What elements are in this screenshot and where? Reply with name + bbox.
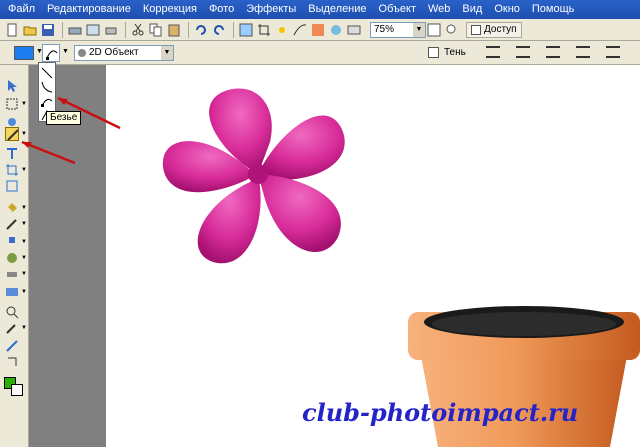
clone-tool-icon[interactable]: [5, 235, 19, 249]
chevron-down-icon[interactable]: ▼: [21, 167, 27, 173]
background-color-swatch[interactable]: [11, 384, 23, 396]
path-edit-tool-icon[interactable]: [5, 355, 19, 369]
zoom-out-icon[interactable]: [444, 22, 460, 38]
chevron-down-icon[interactable]: ▼: [21, 325, 27, 331]
shadow-label: Тень: [444, 47, 466, 58]
bezier-tooltip: Безье: [46, 111, 82, 125]
home-icon: [471, 24, 481, 35]
access-button[interactable]: Доступ: [466, 21, 522, 38]
menu-edit[interactable]: Редактирование: [41, 0, 137, 19]
menu-bar: Файл Редактирование Коррекция Фото Эффек…: [0, 0, 640, 19]
mode-select[interactable]: 2D Объект ▼: [74, 45, 174, 61]
light-icon[interactable]: [274, 22, 290, 38]
batch-icon[interactable]: [346, 22, 362, 38]
chevron-down-icon[interactable]: ▼: [62, 48, 69, 55]
transform-icon[interactable]: [546, 46, 560, 58]
align-icon[interactable]: [486, 46, 500, 58]
zoom-select[interactable]: 75% ▼: [370, 21, 426, 38]
text-tool-icon[interactable]: [5, 147, 19, 161]
merge-icon[interactable]: [576, 46, 590, 58]
menu-window[interactable]: Окно: [488, 0, 526, 19]
new-file-icon[interactable]: [4, 22, 20, 38]
chevron-down-icon[interactable]: ▼: [21, 289, 27, 295]
path-tool-button[interactable]: [42, 44, 60, 62]
main-toolbar: 75% ▼ Доступ: [0, 19, 640, 41]
freehand-tool-icon[interactable]: [41, 81, 53, 93]
toolbar-separator: [62, 21, 63, 38]
menu-help[interactable]: Помощь: [526, 0, 581, 19]
chevron-down-icon[interactable]: ▼: [161, 46, 173, 60]
menu-view[interactable]: Вид: [456, 0, 488, 19]
undo-icon[interactable]: [193, 22, 209, 38]
save-icon[interactable]: [40, 22, 56, 38]
flower-image[interactable]: [158, 82, 358, 272]
attribute-icons: [486, 46, 620, 58]
shadow-checkbox[interactable]: [428, 47, 439, 58]
crop-icon[interactable]: [256, 22, 272, 38]
chevron-down-icon[interactable]: ▼: [21, 255, 27, 261]
zoom-tool-icon[interactable]: [5, 305, 19, 319]
menu-selection[interactable]: Выделение: [302, 0, 372, 19]
crop-tool-icon[interactable]: [5, 163, 19, 177]
menu-photo[interactable]: Фото: [203, 0, 240, 19]
split-icon[interactable]: [606, 46, 620, 58]
chevron-down-icon[interactable]: ▼: [21, 205, 27, 211]
open-folder-icon[interactable]: [22, 22, 38, 38]
object-mode-icon: [78, 49, 86, 57]
chevron-down-icon[interactable]: ▼: [21, 101, 27, 107]
brush-tool-icon[interactable]: [5, 217, 19, 231]
eraser-tool-icon[interactable]: [5, 267, 19, 281]
menu-adjust[interactable]: Коррекция: [137, 0, 203, 19]
menu-object[interactable]: Объект: [373, 0, 422, 19]
arrange-icon[interactable]: [516, 46, 530, 58]
chevron-down-icon[interactable]: ▼: [413, 22, 425, 37]
fill-tool-icon[interactable]: [5, 201, 19, 215]
gradient-tool-icon[interactable]: [5, 285, 19, 299]
transform-tool-icon[interactable]: [5, 179, 19, 193]
menu-web[interactable]: Web: [422, 0, 456, 19]
zoom-help-icon[interactable]: [426, 22, 442, 38]
measure-tool-icon[interactable]: [5, 339, 19, 353]
redo-icon[interactable]: [211, 22, 227, 38]
bezier-curve-icon: [46, 50, 58, 60]
image-size-icon[interactable]: [238, 22, 254, 38]
toolbar-separator: [188, 21, 189, 38]
eyedropper-tool-icon[interactable]: [5, 321, 19, 335]
menu-file[interactable]: Файл: [2, 0, 41, 19]
preview-icon[interactable]: [85, 22, 101, 38]
curve-icon[interactable]: [292, 22, 308, 38]
color-icon[interactable]: [310, 22, 326, 38]
cut-icon[interactable]: [130, 22, 146, 38]
print-icon[interactable]: [103, 22, 119, 38]
paste-icon[interactable]: [166, 22, 182, 38]
retouch-tool-icon[interactable]: [5, 251, 19, 265]
chevron-down-icon[interactable]: ▼: [21, 239, 27, 245]
access-label: Доступ: [484, 24, 517, 35]
mode-select-value: 2D Объект: [89, 47, 139, 58]
selection-tool-icon[interactable]: [5, 97, 19, 111]
effect-icon[interactable]: [328, 22, 344, 38]
line-tool-icon[interactable]: [41, 67, 53, 79]
bezier-tool-icon[interactable]: [41, 95, 53, 107]
zoom-value: 75%: [374, 23, 395, 35]
chevron-down-icon[interactable]: ▼: [21, 131, 27, 137]
pick-tool-icon[interactable]: [5, 79, 19, 93]
chevron-down-icon[interactable]: ▼: [21, 221, 27, 227]
chevron-down-icon[interactable]: ▼: [21, 271, 27, 277]
watermark-text: club-photoimpact.ru: [302, 398, 579, 427]
path-drawing-tool-icon[interactable]: [5, 127, 19, 141]
toolbar-separator: [125, 21, 126, 38]
scan-icon[interactable]: [67, 22, 83, 38]
copy-icon[interactable]: [148, 22, 164, 38]
tool-panel: ▼ ▼ ▼ ▼ ▼ ▼ ▼ ▼ ▼ ▼: [0, 65, 29, 447]
menu-effects[interactable]: Эффекты: [240, 0, 302, 19]
toolbar-separator: [233, 21, 234, 38]
fill-color-swatch[interactable]: [14, 46, 34, 60]
